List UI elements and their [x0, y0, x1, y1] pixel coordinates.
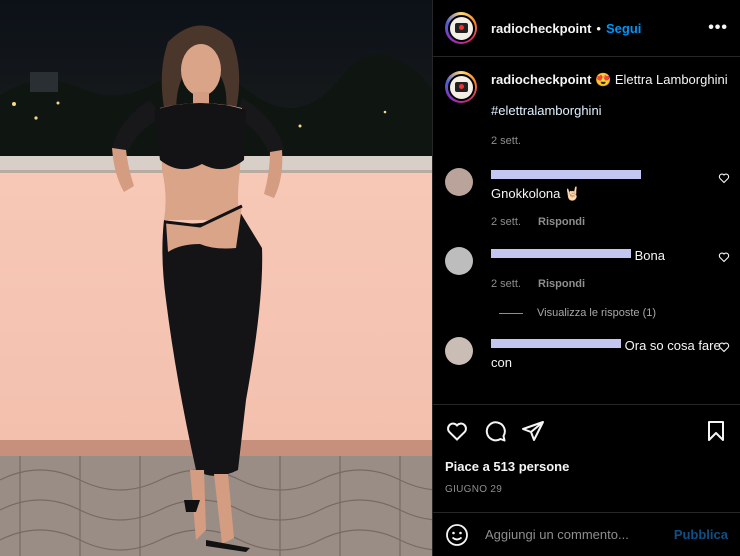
account-avatar[interactable]	[445, 12, 477, 44]
caption-text: Elettra Lamborghini	[614, 72, 728, 87]
comments-scroll-area[interactable]: radiocheckpoint 😍 Elettra Lamborghini #e…	[433, 57, 740, 404]
post-header: radiocheckpoint • Segui •••	[433, 0, 740, 57]
redacted-username	[491, 249, 631, 259]
replies-line	[499, 312, 523, 314]
comment-time: 2 sett.	[491, 216, 521, 228]
like-comment-heart-icon[interactable]	[718, 251, 730, 263]
save-bookmark-icon[interactable]	[704, 419, 728, 443]
like-comment-heart-icon[interactable]	[718, 341, 730, 353]
post-caption: radiocheckpoint 😍 Elettra Lamborghini #e…	[433, 57, 740, 150]
comment-item: Bona 2 sett. Rispondi	[433, 247, 740, 293]
like-heart-icon[interactable]	[445, 419, 469, 443]
redacted-username	[491, 170, 641, 180]
likes-count[interactable]: Piace a 513 persone	[445, 459, 728, 474]
view-replies-label: Visualizza le risposte (1)	[537, 307, 657, 319]
post-image	[0, 0, 432, 556]
caption-time: 2 sett.	[491, 135, 521, 147]
commenter-avatar[interactable]	[445, 247, 473, 275]
comment-item: Ora so cosa fare con	[433, 337, 740, 371]
commenter-avatar[interactable]	[445, 337, 473, 365]
comment-bubble-icon[interactable]	[483, 419, 507, 443]
radio-logo-icon	[454, 23, 468, 33]
instagram-post-modal: radiocheckpoint • Segui ••• radiocheckpo…	[0, 0, 740, 556]
comment-time: 2 sett.	[491, 278, 521, 290]
more-options-icon[interactable]: •••	[708, 19, 728, 37]
comment-text: Gnokkolona 🤘🏻	[491, 186, 581, 201]
publish-button[interactable]: Pubblica	[674, 527, 728, 542]
post-side-panel: radiocheckpoint • Segui ••• radiocheckpo…	[432, 0, 740, 556]
reply-button[interactable]: Rispondi	[538, 216, 585, 228]
caption-username[interactable]: radiocheckpoint	[491, 72, 591, 87]
reply-button[interactable]: Rispondi	[538, 278, 585, 290]
comment-item: Gnokkolona 🤘🏻 2 sett. Rispondi	[433, 168, 740, 231]
comment-text: Bona	[634, 248, 665, 263]
caption-hashtag[interactable]: #elettralamborghini	[491, 102, 728, 119]
post-photo[interactable]	[0, 0, 432, 556]
comment-input[interactable]	[483, 526, 674, 543]
add-comment-bar: Pubblica	[433, 512, 740, 556]
redacted-username	[491, 339, 621, 349]
caption-avatar[interactable]	[445, 71, 477, 103]
follow-button[interactable]: Segui	[606, 21, 641, 36]
header-username[interactable]: radiocheckpoint	[491, 21, 591, 36]
separator-dot: •	[596, 20, 601, 36]
radio-logo-icon	[454, 82, 468, 92]
commenter-avatar[interactable]	[445, 168, 473, 196]
view-replies-button[interactable]: Visualizza le risposte (1)	[433, 307, 740, 319]
post-date: GIUGNO 29	[445, 484, 503, 495]
emoji-smiley-icon[interactable]	[445, 523, 469, 547]
heart-eyes-emoji: 😍	[595, 72, 612, 87]
post-actions: Piace a 513 persone GIUGNO 29	[433, 404, 740, 512]
like-comment-heart-icon[interactable]	[718, 172, 730, 184]
share-send-icon[interactable]	[521, 419, 545, 443]
